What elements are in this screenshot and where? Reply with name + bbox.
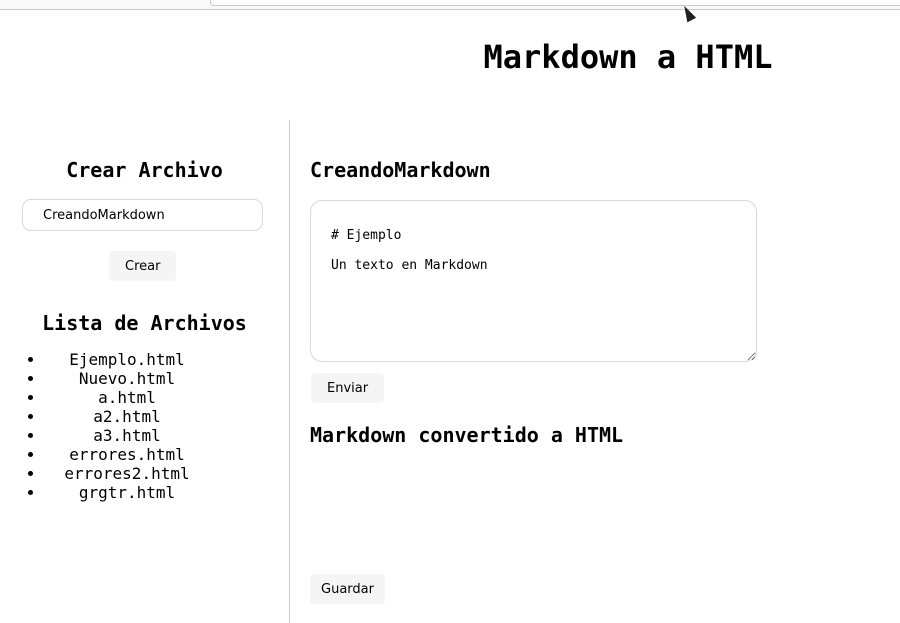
create-button[interactable]: Crear xyxy=(109,251,177,281)
sidebar: Crear Archivo Crear Lista de Archivos Ej… xyxy=(0,120,290,623)
page-title: Markdown a HTML xyxy=(483,38,773,76)
file-list: Ejemplo.html Nuevo.html a.html a2.html a… xyxy=(0,350,289,502)
file-link[interactable]: errores.html xyxy=(45,445,289,464)
file-link[interactable]: Nuevo.html xyxy=(45,369,289,388)
send-button[interactable]: Enviar xyxy=(311,373,385,403)
address-bar[interactable] xyxy=(210,0,900,6)
create-file-heading: Crear Archivo xyxy=(66,158,223,182)
output-heading: Markdown convertido a HTML xyxy=(310,423,624,447)
current-file-heading: CreandoMarkdown xyxy=(310,158,491,182)
file-link[interactable]: a.html xyxy=(45,388,289,407)
file-link[interactable]: a3.html xyxy=(45,426,289,445)
file-name-input[interactable] xyxy=(22,199,263,231)
file-link[interactable]: grgtr.html xyxy=(45,483,289,502)
file-link[interactable]: errores2.html xyxy=(45,464,289,483)
file-link[interactable]: a2.html xyxy=(45,407,289,426)
browser-toolbar xyxy=(0,0,900,10)
file-list-heading: Lista de Archivos xyxy=(42,311,247,335)
html-output xyxy=(310,455,755,565)
markdown-textarea[interactable]: # Ejemplo Un texto en Markdown xyxy=(310,200,757,362)
file-link[interactable]: Ejemplo.html xyxy=(45,350,289,369)
save-button[interactable]: Guardar xyxy=(310,574,385,604)
